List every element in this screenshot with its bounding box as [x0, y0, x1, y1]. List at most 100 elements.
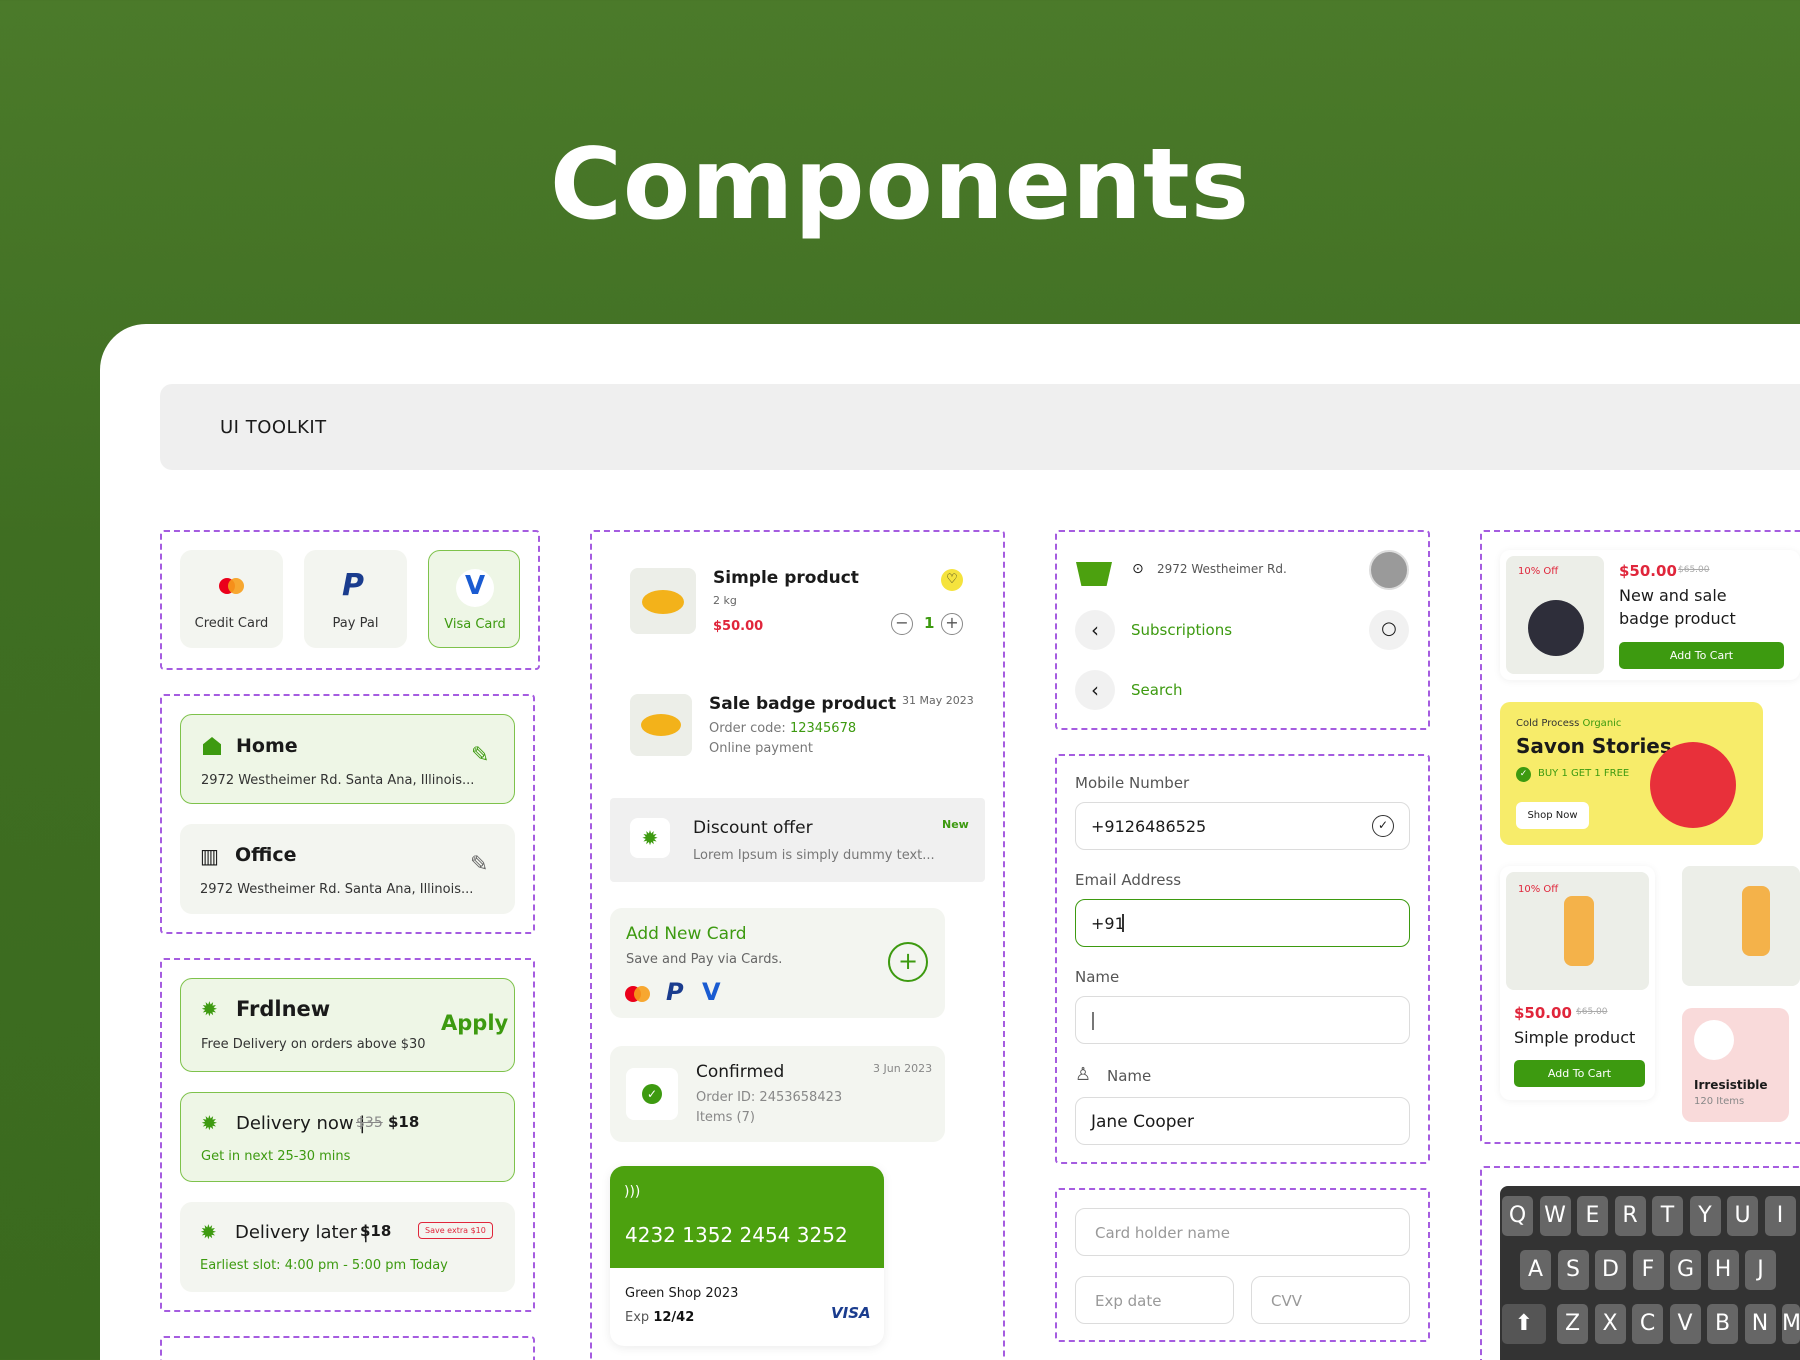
payment-paypal[interactable]: P Pay Pal — [304, 550, 407, 648]
edit-icon[interactable]: ✎ — [471, 743, 489, 768]
key-a[interactable]: A — [1520, 1250, 1551, 1290]
avatar[interactable] — [1369, 550, 1409, 590]
key-y[interactable]: Y — [1689, 1196, 1721, 1236]
heart-icon[interactable]: ♡ — [941, 569, 963, 591]
key-d[interactable]: D — [1595, 1250, 1626, 1290]
discount-badge: 10% Off — [1518, 566, 1559, 577]
name-field[interactable] — [1075, 996, 1410, 1044]
key-b[interactable]: B — [1707, 1304, 1738, 1344]
order-code-value: 12345678 — [789, 721, 857, 736]
discount-icon: ✹ — [200, 1220, 217, 1244]
visa-icon: V — [465, 571, 486, 601]
shift-key[interactable]: ⬆ — [1502, 1304, 1546, 1344]
key-u[interactable]: U — [1727, 1196, 1758, 1236]
order-id: Order ID: 2453658423 — [696, 1090, 843, 1105]
name-label: Name — [1075, 968, 1120, 986]
mobile-field[interactable]: +9126486525 ✓ — [1075, 802, 1410, 850]
user-icon: ♙ — [1075, 1064, 1092, 1085]
product-card-sale[interactable]: 10% Off $50.00 $65.00 New and sale badge… — [1500, 550, 1800, 680]
address-text: 2972 Westheimer Rd. Santa Ana, Illinois.… — [200, 882, 474, 897]
cvv-input[interactable]: CVV — [1251, 1276, 1410, 1324]
search-icon[interactable]: ○ — [1369, 610, 1409, 650]
key-e[interactable]: E — [1577, 1196, 1608, 1236]
card-exp-label: Exp — [625, 1310, 650, 1325]
key-c[interactable]: C — [1632, 1304, 1663, 1344]
key-f[interactable]: F — [1632, 1250, 1664, 1290]
cvv-placeholder: CVV — [1271, 1292, 1302, 1310]
increment-button[interactable]: + — [941, 613, 963, 635]
key-x[interactable]: X — [1594, 1304, 1626, 1344]
name2-field[interactable]: Jane Cooper — [1075, 1097, 1410, 1145]
address-title: Home — [236, 735, 298, 757]
payment-visa-card[interactable]: V Visa Card — [428, 550, 520, 648]
confirmed-date: 3 Jun 2023 — [873, 1062, 933, 1075]
product-old-price: $65.00 — [1678, 565, 1710, 575]
key-m[interactable]: M — [1782, 1304, 1800, 1344]
key-h[interactable]: H — [1707, 1250, 1739, 1290]
toolkit-label: UI TOOLKIT — [220, 417, 327, 438]
add-to-cart-button[interactable]: Add To Cart — [1514, 1060, 1645, 1087]
card-expiry: Exp 12/42 — [625, 1310, 694, 1325]
decrement-button[interactable]: − — [891, 613, 913, 635]
card-exp-value: 12/42 — [653, 1310, 695, 1325]
paypal-icon: P — [342, 568, 364, 603]
key-n[interactable]: N — [1744, 1304, 1776, 1344]
key-j[interactable]: J — [1745, 1250, 1776, 1290]
home-icon — [203, 737, 221, 755]
add-card-button[interactable]: + — [888, 942, 928, 982]
address-home[interactable]: Home 2972 Westheimer Rd. Santa Ana, Illi… — [180, 714, 515, 804]
delivery-price: $18 — [388, 1113, 420, 1131]
delivery-title: Delivery now | — [236, 1113, 366, 1134]
key-q[interactable]: Q — [1502, 1196, 1533, 1236]
apply-button[interactable]: Apply — [441, 1011, 508, 1035]
delivery-title: Delivery later | — [235, 1222, 369, 1243]
confirmed-card: ✓ Confirmed 3 Jun 2023 Order ID: 2453658… — [610, 1046, 945, 1142]
key-w[interactable]: W — [1539, 1196, 1571, 1236]
order-product-name: Sale badge product — [709, 694, 897, 714]
key-i[interactable]: I — [1764, 1196, 1796, 1236]
discount-offer-card[interactable]: ✹ Discount offer New Lorem Ipsum is simp… — [610, 798, 985, 882]
coupon-code: Frdlnew — [236, 997, 331, 1021]
add-to-cart-button[interactable]: Add To Cart — [1619, 642, 1784, 669]
strawberry-image — [1650, 742, 1736, 828]
verified-icon: ✓ — [1372, 815, 1394, 837]
product-card-simple[interactable]: 10% Off $50.00 $65.00 Simple product Add… — [1500, 866, 1655, 1100]
shop-now-button[interactable]: Shop Now — [1516, 802, 1589, 829]
save-badge: Save extra $10 — [418, 1222, 493, 1239]
bank-card[interactable]: ))) 4232 1352 2454 3252 Green Shop 2023 … — [610, 1166, 884, 1346]
page-title: Components — [549, 128, 1251, 242]
discount-badge: 10% Off — [1518, 884, 1559, 895]
card-number: 4232 1352 2454 3252 — [625, 1223, 848, 1247]
key-z[interactable]: Z — [1557, 1304, 1588, 1344]
key-r[interactable]: R — [1614, 1196, 1646, 1236]
juice-image — [1682, 866, 1800, 986]
delivery-sub: Get in next 25-30 mins — [201, 1149, 351, 1164]
key-v[interactable]: V — [1669, 1304, 1701, 1344]
delivery-now-option[interactable]: ✹ Delivery now | $35 $18 Get in next 25-… — [180, 1092, 515, 1182]
text-cursor — [1092, 1012, 1094, 1030]
visa-logo: VISA — [831, 1304, 871, 1322]
name2-value: Jane Cooper — [1091, 1112, 1194, 1132]
back-icon[interactable]: ‹ — [1075, 610, 1115, 650]
add-card-panel[interactable]: Add New Card Save and Pay via Cards. P V… — [610, 908, 945, 1018]
check-icon: ✓ — [642, 1084, 662, 1104]
delivery-later-option[interactable]: ✹ Delivery later | $18 Save extra $10 Ea… — [180, 1202, 515, 1292]
key-t[interactable]: T — [1652, 1196, 1683, 1236]
edit-icon[interactable]: ✎ — [470, 852, 488, 877]
payment-credit-card[interactable]: Credit Card — [180, 550, 283, 648]
email-field[interactable]: +91 — [1075, 899, 1410, 947]
key-s[interactable]: S — [1557, 1250, 1589, 1290]
address-office[interactable]: ▥ Office 2972 Westheimer Rd. Santa Ana, … — [180, 824, 515, 914]
category-card[interactable]: Irresistible 120 Items — [1682, 1008, 1789, 1122]
discount-title: Discount offer — [693, 818, 813, 838]
product-name: Simple product — [713, 568, 859, 588]
name2-label: Name — [1107, 1067, 1152, 1085]
payment-label: Pay Pal — [332, 616, 379, 631]
category-count: 120 Items — [1694, 1096, 1745, 1107]
card-holder-input[interactable]: Card holder name — [1075, 1208, 1410, 1256]
exp-date-input[interactable]: Exp date — [1075, 1276, 1234, 1324]
key-g[interactable]: G — [1670, 1250, 1701, 1290]
coupon-desc: Free Delivery on orders above $30 — [201, 1037, 426, 1052]
discount-icon: ✹ — [201, 1111, 218, 1135]
back-icon[interactable]: ‹ — [1075, 670, 1115, 710]
